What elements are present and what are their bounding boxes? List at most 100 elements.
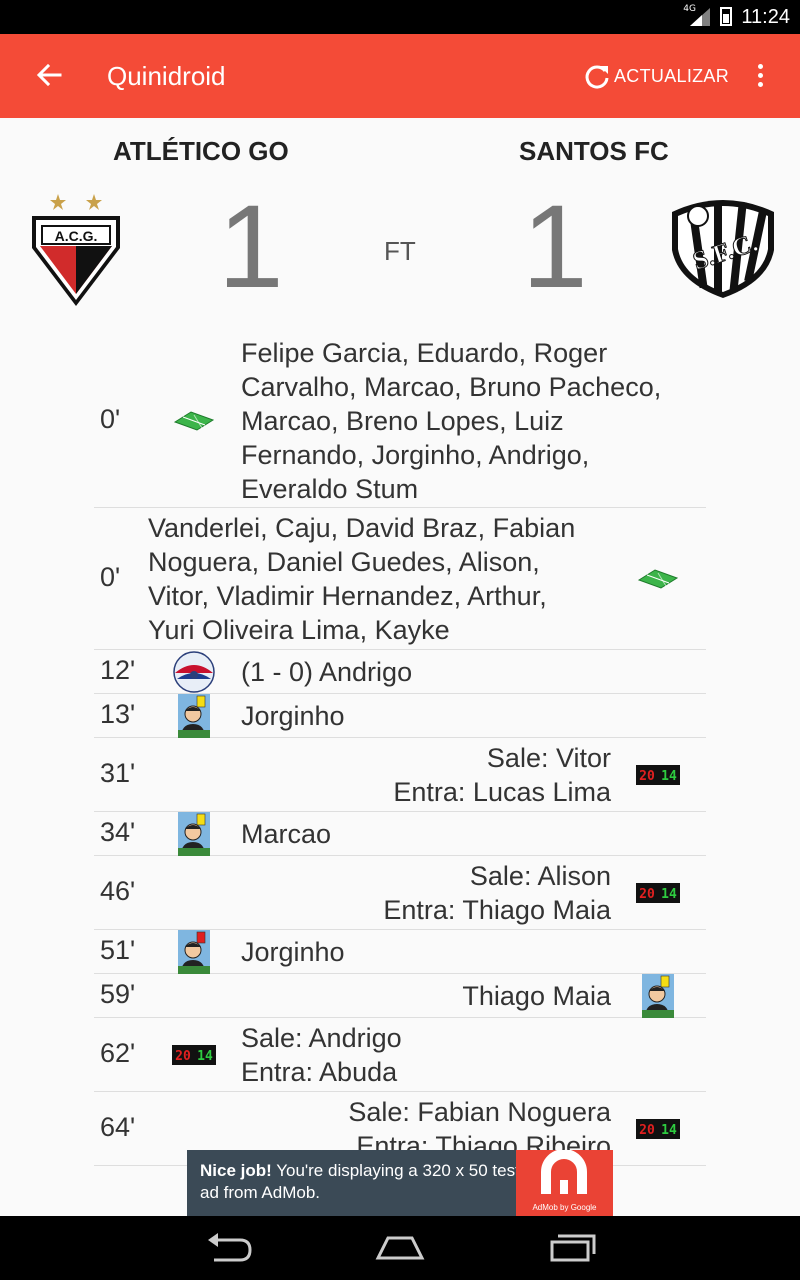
event-description: Felipe Garcia, Eduardo, Roger Carvalho, M… [241, 336, 701, 506]
event-description: Sale: Vitor Entra: Lucas Lima [141, 741, 611, 809]
event-text-line: Entra: Lucas Lima [393, 777, 611, 807]
svg-text:20: 20 [639, 887, 655, 902]
nav-recents-icon[interactable] [548, 1232, 596, 1264]
event-row: 51' Jorginho [94, 930, 706, 974]
event-text-line: Carvalho, Marcao, Bruno Pacheco, [241, 372, 662, 402]
event-description: Jorginho [241, 935, 701, 969]
event-row: 46' 20 14 Sale: Alison Entra: Thiago Maia [94, 856, 706, 930]
refresh-button[interactable]: ACTUALIZAR [614, 66, 729, 87]
event-text-line: Thiago Maia [462, 981, 611, 1011]
ad-text-bold: Nice job! [200, 1161, 272, 1180]
signal-icon [690, 8, 710, 26]
event-text-line: Yuri Oliveira Lima, Kayke [148, 615, 450, 645]
svg-text:14: 14 [661, 887, 677, 902]
red-card-icon [178, 930, 210, 979]
refresh-icon[interactable] [583, 62, 611, 90]
svg-text:14: 14 [197, 1049, 213, 1064]
home-team-name: ATLÉTICO GO [113, 136, 289, 166]
event-minute: 62' [100, 1038, 136, 1068]
goal-icon [173, 651, 215, 698]
app-bar: Quinidroid ACTUALIZAR [0, 34, 800, 118]
event-text-line: Sale: Alison [469, 861, 611, 891]
substitution-icon: 20 14 [636, 765, 680, 790]
svg-text:14: 14 [661, 1123, 677, 1138]
home-crest-text: A.C.G. [55, 228, 98, 244]
event-minute: 59' [100, 979, 136, 1009]
overflow-menu-icon[interactable] [752, 64, 768, 90]
event-minute: 13' [100, 699, 136, 729]
admob-icon [541, 1149, 587, 1194]
yellow-card-icon [178, 812, 210, 861]
event-description: Marcao [241, 817, 701, 851]
back-arrow-icon[interactable] [34, 60, 64, 90]
admob-logo: AdMob by Google [516, 1149, 613, 1216]
system-nav-bar [0, 1216, 800, 1280]
event-row: 31' 20 14 Sale: Vitor Entra: Lucas Lima [94, 738, 706, 812]
nav-back-icon[interactable] [204, 1232, 254, 1264]
event-description: Sale: Alison Entra: Thiago Maia [141, 859, 611, 927]
ad-banner[interactable]: Nice job! You're displaying a 320 x 50 t… [187, 1149, 613, 1216]
event-text-line: Jorginho [241, 701, 345, 731]
events-list: 0' Felipe Garcia, Eduardo, Roger Carvalho,… [94, 334, 706, 1166]
event-description: Sale: Andrigo Entra: Abuda [241, 1021, 701, 1089]
event-row: 0' Vanderlei, Caju, David Braz, Fabian Nog… [94, 508, 706, 650]
event-text-line: Jorginho [241, 937, 345, 967]
event-text-line: Vanderlei, Caju, David Braz, Fabian [148, 513, 576, 543]
lineup-icon [637, 568, 679, 595]
app-title: Quinidroid [107, 61, 226, 91]
event-row: 0' Felipe Garcia, Eduardo, Roger Carvalho,… [94, 334, 706, 508]
substitution-icon: 20 14 [172, 1045, 216, 1070]
event-text-line: Marcao, Breno Lopes, Luiz [241, 406, 564, 436]
match-status: FT [384, 236, 416, 266]
home-score: 1 [218, 181, 284, 313]
event-text-line: (1 - 0) Andrigo [241, 657, 413, 687]
event-row: 62' 20 14 Sale: Andrigo Entra: Abuda [94, 1018, 706, 1092]
event-description: Jorginho [241, 699, 701, 733]
event-text-line: Noguera, Daniel Guedes, Alison, [148, 547, 540, 577]
event-minute: 0' [100, 404, 121, 434]
away-team-name: SANTOS FC [519, 136, 669, 166]
event-minute: 34' [100, 817, 136, 847]
event-row: 34' Marcao [94, 812, 706, 856]
match-detail: ATLÉTICO GO SANTOS FC A.C.G. 1 FT 1 S.F.… [0, 118, 800, 1216]
away-score: 1 [522, 181, 588, 313]
lineup-icon [173, 410, 215, 437]
event-minute: 0' [100, 562, 121, 592]
home-team-crest: A.C.G. [32, 194, 120, 306]
event-minute: 31' [100, 758, 136, 788]
event-text-line: Vitor, Vladimir Hernandez, Arthur, [148, 581, 547, 611]
event-text-line: Entra: Abuda [241, 1057, 398, 1087]
substitution-icon: 20 14 [636, 883, 680, 908]
yellow-card-icon [178, 694, 210, 743]
yellow-card-icon [642, 974, 674, 1023]
event-row: 13' Jorginho [94, 694, 706, 738]
event-text-line: Entra: Thiago Maia [383, 895, 611, 925]
substitution-icon: 20 14 [636, 1119, 680, 1144]
svg-text:14: 14 [661, 769, 677, 784]
svg-text:20: 20 [639, 1123, 655, 1138]
event-row: 12' (1 - 0) Andrigo [94, 650, 706, 694]
event-text-line: Sale: Andrigo [241, 1023, 402, 1053]
event-description: Vanderlei, Caju, David Braz, Fabian Nogue… [148, 511, 628, 647]
event-text-line: Marcao [241, 819, 332, 849]
event-text-line: Everaldo Stum [241, 474, 419, 504]
clock: 11:24 [741, 6, 790, 28]
event-text-line: Fernando, Jorginho, Andrigo, [241, 440, 590, 470]
event-text-line: Sale: Vitor [486, 743, 611, 773]
event-description: (1 - 0) Andrigo [241, 655, 701, 689]
admob-brand-text: AdMob by Google [532, 1203, 597, 1212]
status-bar: 4G 11:24 [0, 0, 800, 34]
event-minute: 12' [100, 655, 136, 685]
svg-text:20: 20 [175, 1049, 191, 1064]
event-text-line: Felipe Garcia, Eduardo, Roger [241, 338, 608, 368]
event-minute: 46' [100, 876, 136, 906]
svg-text:20: 20 [639, 769, 655, 784]
event-minute: 51' [100, 935, 136, 965]
nav-home-icon[interactable] [374, 1232, 426, 1264]
away-team-crest: S.F.C. [672, 200, 774, 298]
event-description: Thiago Maia [141, 979, 611, 1013]
event-text-line: Sale: Fabian Noguera [348, 1097, 611, 1127]
event-row: 59' Thiago Maia [94, 974, 706, 1018]
event-minute: 64' [100, 1112, 136, 1142]
battery-icon [720, 7, 732, 26]
